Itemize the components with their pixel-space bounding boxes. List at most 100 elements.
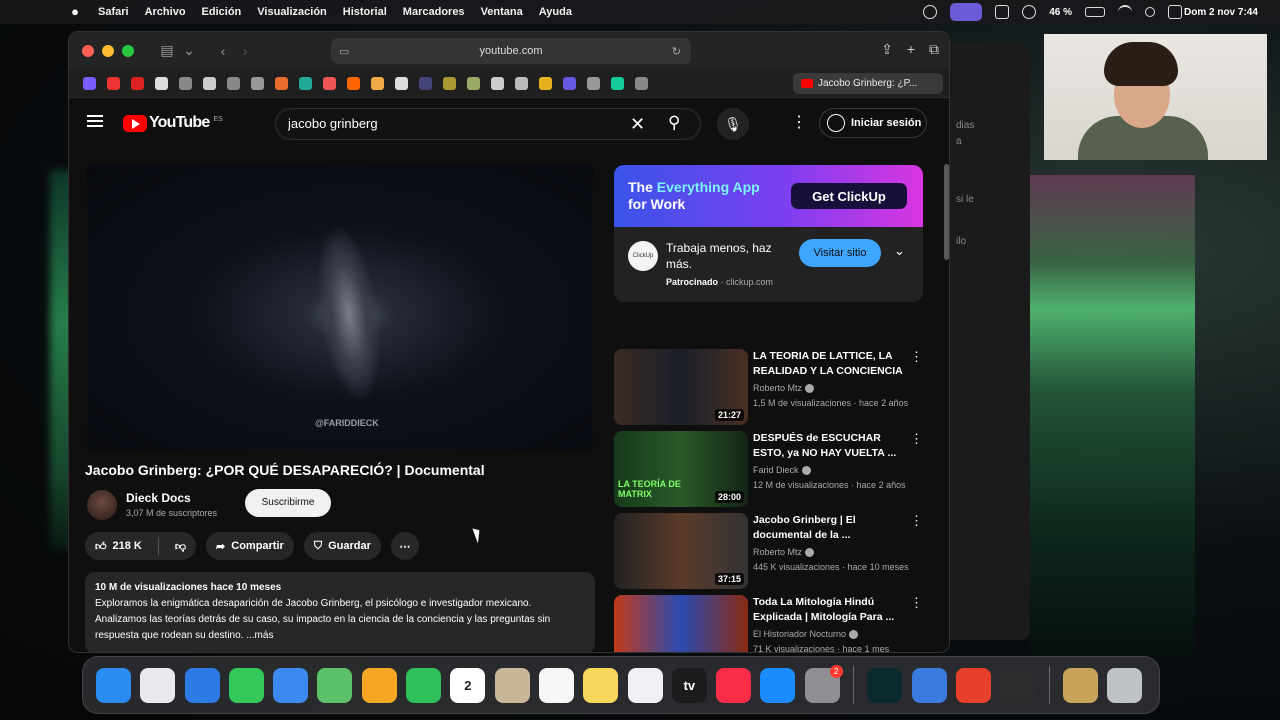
share-button[interactable]: ➦ Compartir <box>206 532 294 560</box>
new-tab-icon[interactable]: + <box>907 41 915 58</box>
dock-weather-icon[interactable] <box>911 667 947 703</box>
dock-tv-icon[interactable]: tv <box>671 667 707 703</box>
favorite-bookmark-icon[interactable] <box>539 76 552 90</box>
visit-site-button[interactable]: Visitar sitio <box>799 239 881 267</box>
menu-hamburger-icon[interactable] <box>87 115 103 127</box>
control-center-icon[interactable] <box>1168 5 1182 19</box>
recommended-video[interactable]: LA TEORÍA DE MATRIX 28:00 DESPUÉS de ESC… <box>614 431 923 507</box>
video-thumbnail[interactable]: 21:27 <box>614 349 748 425</box>
apple-icon[interactable]: ● <box>66 5 84 19</box>
favorite-bookmark-icon[interactable] <box>203 76 216 90</box>
favorite-bookmark-icon[interactable] <box>251 76 264 90</box>
recommended-title[interactable]: Toda La Mitología Hindú Explicada | Mito… <box>753 595 903 625</box>
dock-game-icon[interactable] <box>867 667 903 703</box>
video-thumbnail[interactable]: 37:15 <box>614 513 748 589</box>
screen-recording-indicator-icon[interactable] <box>950 3 983 21</box>
recommended-video[interactable]: MITOLOGÍA HINDÚ 2:15:04 Toda La Mitologí… <box>614 595 923 652</box>
close-window-button[interactable] <box>82 44 94 57</box>
search-input[interactable] <box>288 116 618 131</box>
recommended-title[interactable]: DESPUÉS de ESCUCHAR ESTO, ya NO HAY VUEL… <box>753 431 903 461</box>
page-settings-icon[interactable]: ▭ <box>339 45 349 58</box>
voice-search-mic-icon[interactable]: 🎙 <box>717 108 749 140</box>
video-player[interactable]: @FARIDDIECK <box>87 164 593 450</box>
favorite-bookmark-icon[interactable] <box>587 76 600 90</box>
favorite-bookmark-icon[interactable] <box>299 76 312 90</box>
favorite-bookmark-icon[interactable] <box>467 76 480 90</box>
dock-mail-icon[interactable] <box>273 667 309 703</box>
dock-launchpad-icon[interactable] <box>140 667 176 703</box>
like-button[interactable]: 👍︎ 218 K <box>85 532 152 560</box>
video-thumbnail[interactable]: MITOLOGÍA HINDÚ 2:15:04 <box>614 595 748 652</box>
dock-reminders-icon[interactable] <box>538 667 574 703</box>
dock-among-us-icon[interactable] <box>955 667 991 703</box>
favorite-bookmark-icon[interactable] <box>395 76 408 90</box>
favorite-bookmark-icon[interactable] <box>179 76 192 90</box>
sidebar-toggle-icon[interactable]: ▤ <box>156 42 178 59</box>
menu-app-safari[interactable]: Safari <box>98 6 129 18</box>
sign-in-button[interactable]: Iniciar sesión <box>819 108 927 138</box>
more-options-icon[interactable]: ⋮ <box>910 513 923 529</box>
dock-photos-icon[interactable] <box>361 667 397 703</box>
dock-notes-icon[interactable] <box>583 667 619 703</box>
menu-edicion[interactable]: Edición <box>202 6 242 18</box>
url-text[interactable]: youtube.com <box>480 45 543 57</box>
youtube-logo[interactable]: YouTube ES <box>123 114 223 132</box>
recommended-video[interactable]: 37:15 Jacobo Grinberg | El documental de… <box>614 513 923 589</box>
favorite-bookmark-icon[interactable] <box>347 76 360 90</box>
reload-icon[interactable]: ↻ <box>672 45 681 58</box>
recommended-channel[interactable]: Farid Dieck <box>753 465 811 476</box>
favorite-bookmark-icon[interactable] <box>131 76 144 90</box>
dock-freeform-icon[interactable] <box>627 667 663 703</box>
channel-avatar[interactable] <box>87 490 117 520</box>
favorite-bookmark-icon[interactable] <box>83 76 96 90</box>
more-options-icon[interactable]: ⋮ <box>910 595 923 611</box>
sponsored-ad[interactable]: The Everything App for Work Get ClickUp … <box>614 165 923 302</box>
share-screen-icon[interactable] <box>995 5 1010 19</box>
chevron-down-icon[interactable]: ⌄ <box>178 42 200 59</box>
dock-contacts-icon[interactable] <box>494 667 530 703</box>
menu-archivo[interactable]: Archivo <box>145 6 186 18</box>
dock-facetime-icon[interactable] <box>406 667 442 703</box>
recommended-channel[interactable]: Roberto Mtz <box>753 383 815 394</box>
spotlight-search-icon[interactable] <box>1145 7 1155 17</box>
dislike-button[interactable]: 👎︎ <box>165 532 196 560</box>
battery-icon[interactable] <box>1085 7 1105 17</box>
recommended-title[interactable]: LA TEORIA DE LATTICE, LA REALIDAD Y LA C… <box>753 349 903 379</box>
clear-search-icon[interactable]: ✕ <box>630 114 645 135</box>
search-icon[interactable]: ⚲ <box>668 113 680 133</box>
zoom-window-button[interactable] <box>122 44 134 57</box>
dock-archive-icon[interactable] <box>1062 667 1098 703</box>
forward-icon[interactable]: › <box>234 43 256 59</box>
minimize-window-button[interactable] <box>102 44 114 57</box>
menu-ayuda[interactable]: Ayuda <box>539 6 572 18</box>
favorite-bookmark-icon[interactable] <box>227 76 240 90</box>
dock-calendar-icon[interactable]: 2 <box>450 667 486 703</box>
creative-cloud-icon[interactable] <box>923 5 938 19</box>
dock-messages-icon[interactable] <box>228 667 264 703</box>
favorite-bookmark-icon[interactable] <box>275 76 288 90</box>
dock-app-store-icon[interactable] <box>760 667 796 703</box>
recommended-channel[interactable]: Roberto Mtz <box>753 547 815 558</box>
favorite-bookmark-icon[interactable] <box>155 76 168 90</box>
share-icon[interactable]: ⇪ <box>881 41 893 58</box>
channel-name[interactable]: Dieck Docs <box>126 491 191 505</box>
menu-marcadores[interactable]: Marcadores <box>403 6 465 18</box>
wifi-icon[interactable] <box>1118 5 1132 19</box>
page-scrollbar[interactable] <box>944 164 949 260</box>
tab-active[interactable]: Jacobo Grinberg: ¿P... <box>793 73 943 94</box>
address-bar[interactable]: ▭ youtube.com ↻ <box>331 38 691 64</box>
more-options-icon[interactable]: ⋮ <box>910 431 923 447</box>
dock-finder-icon[interactable] <box>96 667 131 703</box>
chevron-down-icon[interactable]: ⌄ <box>894 243 905 259</box>
recommended-channel[interactable]: El Historiador Nocturno <box>753 629 859 640</box>
more-actions-button[interactable]: ⋯ <box>390 532 419 560</box>
favorite-bookmark-icon[interactable] <box>635 76 648 90</box>
favorite-bookmark-icon[interactable] <box>371 76 384 90</box>
dock-safari-icon[interactable] <box>184 667 220 703</box>
dock-system-settings-icon[interactable]: 2 <box>804 664 843 703</box>
favorite-bookmark-icon[interactable] <box>611 76 624 90</box>
settings-more-icon[interactable]: ⋮ <box>791 112 807 132</box>
subscribe-button[interactable]: Suscribirme <box>245 489 331 517</box>
dock-screen-recorder-icon[interactable] <box>1000 667 1036 703</box>
menu-historial[interactable]: Historial <box>343 6 387 18</box>
